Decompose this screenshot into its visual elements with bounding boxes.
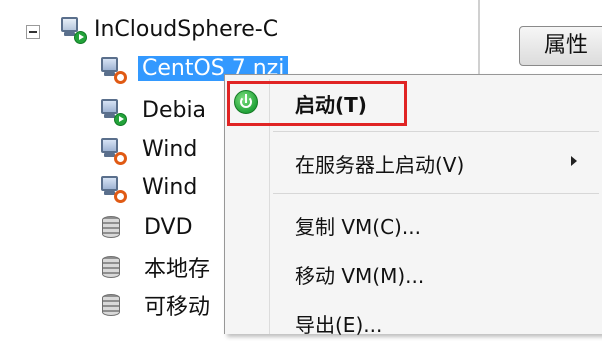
- menu-separator: [273, 193, 599, 194]
- tree-item-label: Wind: [142, 136, 198, 162]
- vm-stopped-icon: [100, 175, 127, 203]
- tree-item-label: 本地存: [144, 257, 211, 282]
- menu-item-copy-vm[interactable]: 复制 VM(C)...: [225, 203, 602, 243]
- menu-item-move-vm[interactable]: 移动 VM(M)...: [225, 252, 602, 292]
- vm-stopped-icon: [100, 56, 127, 84]
- tree-item-label: DVD: [144, 214, 193, 240]
- menu-item-export[interactable]: 导出(E)...: [225, 301, 602, 341]
- submenu-arrow-icon: [571, 156, 577, 166]
- properties-button[interactable]: 属性: [519, 26, 602, 66]
- context-menu: 启动(T) 在服务器上启动(V) 复制 VM(C)... 移动 VM(M)...…: [224, 74, 602, 337]
- menu-item-start-on-server[interactable]: 在服务器上启动(V): [225, 141, 602, 181]
- menu-item-label: 复制 VM(C)...: [295, 215, 421, 239]
- tree-root-label: InCloudSphere-C: [94, 16, 279, 42]
- menu-item-label: 导出(E)...: [295, 313, 383, 337]
- menu-item-label: 在服务器上启动(V): [295, 153, 465, 177]
- tree-item-label: 可移动: [144, 295, 211, 320]
- pool-icon: [60, 16, 87, 44]
- disk-icon: [100, 215, 122, 239]
- vm-stopped-icon: [100, 137, 127, 165]
- collapse-toggle[interactable]: [26, 25, 40, 39]
- tree-item-label: Debia: [142, 97, 207, 123]
- vm-running-icon: [100, 98, 127, 126]
- disk-icon: [100, 293, 122, 317]
- disk-icon: [100, 255, 122, 279]
- menu-item-label: 启动(T): [295, 93, 367, 117]
- menu-item-label: 移动 VM(M)...: [295, 264, 425, 288]
- menu-separator: [273, 131, 599, 132]
- tree-item-label: Wind: [142, 174, 198, 200]
- menu-item-start[interactable]: 启动(T): [225, 81, 602, 121]
- power-on-icon: [234, 90, 258, 114]
